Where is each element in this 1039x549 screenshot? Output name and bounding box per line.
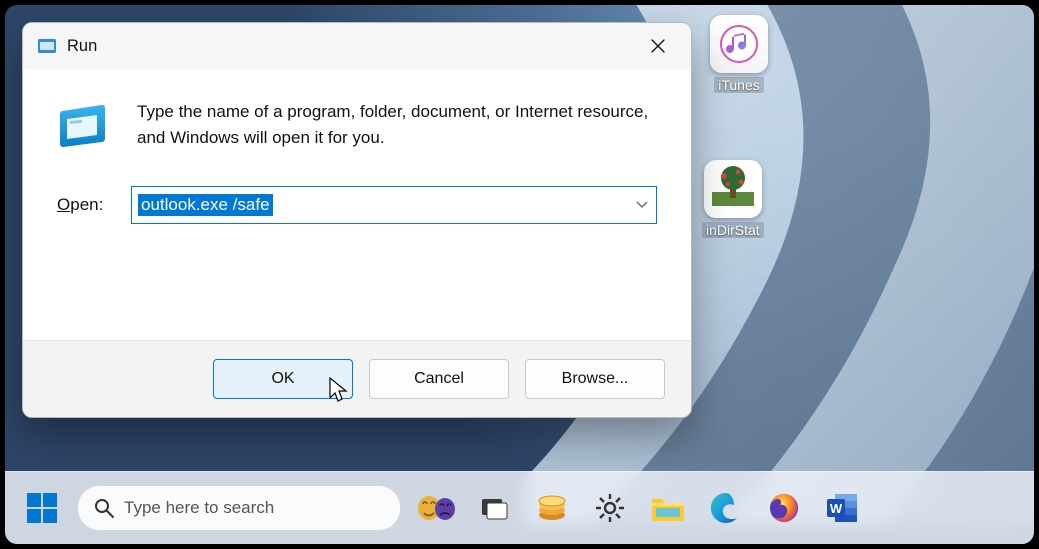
taskbar-app-coins[interactable]	[529, 485, 575, 531]
svg-text:W: W	[830, 501, 843, 516]
close-icon	[651, 39, 665, 53]
windirstat-icon	[704, 160, 762, 218]
word-button[interactable]: W	[819, 485, 865, 531]
task-view-button[interactable]	[471, 485, 517, 531]
taskbar: Type here to search	[5, 471, 1034, 544]
windows-logo-icon	[25, 491, 59, 525]
search-placeholder: Type here to search	[124, 498, 274, 518]
folder-icon	[650, 493, 686, 523]
open-combobox[interactable]: outlook.exe /safe	[131, 186, 657, 224]
run-dialog-icon	[57, 99, 109, 151]
itunes-icon	[710, 15, 768, 73]
open-label: Open:	[57, 195, 117, 215]
run-dialog: Run Type the name	[22, 22, 692, 418]
browse-button[interactable]: Browse...	[525, 359, 665, 399]
chevron-down-icon	[636, 196, 648, 214]
firefox-button[interactable]	[761, 485, 807, 531]
cancel-button[interactable]: Cancel	[369, 359, 509, 399]
start-button[interactable]	[19, 485, 65, 531]
firefox-icon	[767, 491, 801, 525]
desktop-icon-itunes[interactable]: iTunes	[710, 15, 768, 93]
taskbar-search[interactable]: Type here to search	[77, 485, 401, 531]
open-input-value: outlook.exe /safe	[138, 194, 273, 216]
masks-icon	[415, 491, 457, 525]
desktop-icon-windirstat[interactable]: inDirStat	[702, 160, 764, 238]
gear-icon	[594, 492, 626, 524]
taskbar-app-masks[interactable]	[413, 485, 459, 531]
desktop-icon-label: iTunes	[714, 77, 764, 93]
file-explorer-button[interactable]	[645, 485, 691, 531]
titlebar[interactable]: Run	[23, 23, 691, 69]
close-button[interactable]	[635, 30, 681, 62]
settings-button[interactable]	[587, 485, 633, 531]
dialog-description: Type the name of a program, folder, docu…	[137, 99, 657, 152]
desktop-icon-label: inDirStat	[702, 222, 764, 238]
edge-icon	[709, 491, 743, 525]
search-icon	[94, 498, 114, 518]
word-icon: W	[825, 491, 859, 525]
run-titlebar-icon	[37, 36, 57, 56]
dialog-title: Run	[67, 37, 97, 56]
ok-button[interactable]: OK	[213, 359, 353, 399]
dialog-button-bar: OK Cancel Browse...	[23, 340, 691, 417]
edge-button[interactable]	[703, 485, 749, 531]
coins-icon	[535, 493, 569, 523]
task-view-icon	[479, 493, 509, 523]
